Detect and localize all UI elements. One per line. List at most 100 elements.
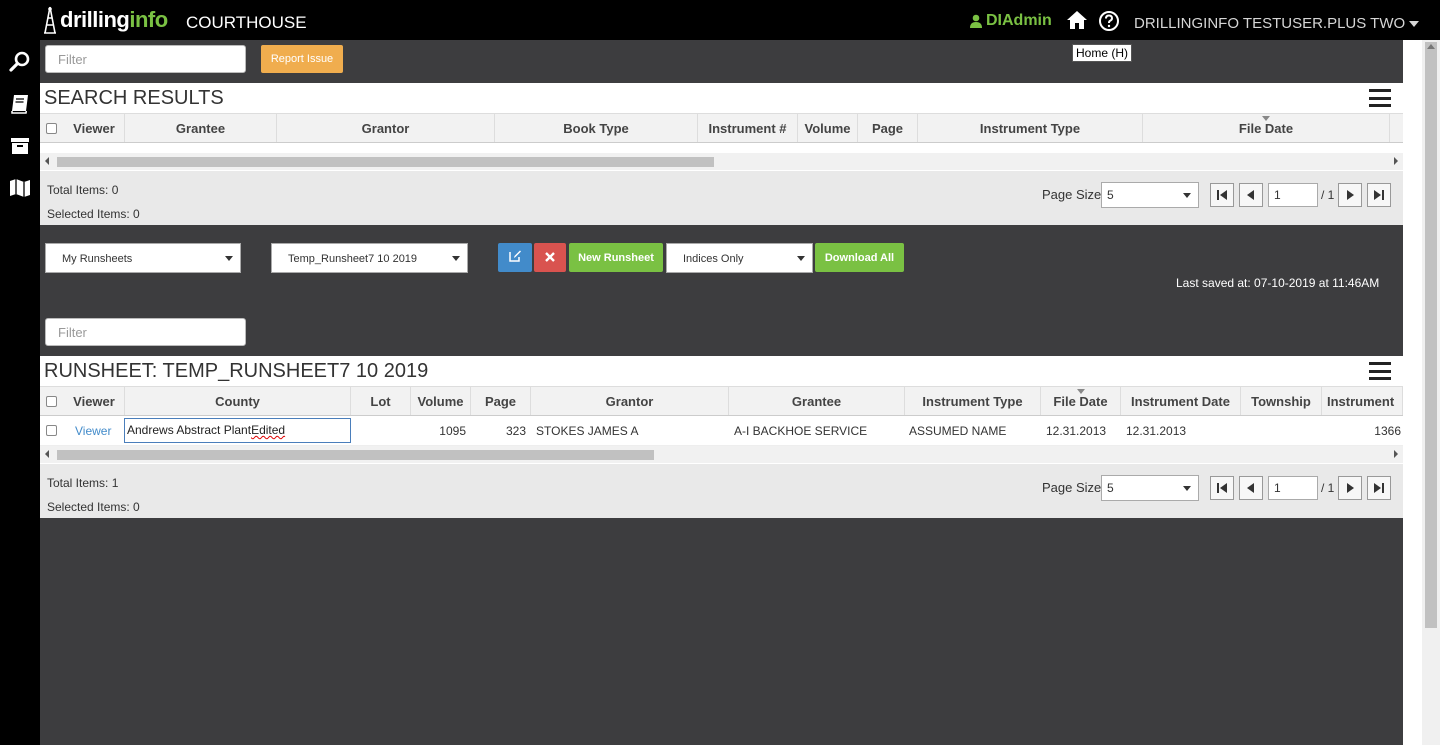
search-filter-input[interactable] [45, 45, 246, 73]
row-checkbox[interactable] [46, 425, 57, 436]
delete-runsheet-button[interactable] [534, 243, 566, 272]
oil-rig-icon [44, 6, 56, 34]
page-count: / 1 [1321, 481, 1335, 495]
county-edit-input[interactable]: Andrews Abstract PlantEdited [124, 418, 351, 443]
logo[interactable]: drilling info [42, 4, 168, 36]
last-saved-text: Last saved at: 07-10-2019 at 11:46AM [1176, 276, 1380, 290]
runsheet-hscroll-thumb[interactable] [57, 450, 654, 460]
prev-page-button[interactable] [1239, 476, 1263, 500]
search-results-hscroll[interactable] [40, 153, 1403, 170]
column-header-lot[interactable]: Lot [351, 387, 411, 415]
next-page-button[interactable] [1338, 476, 1362, 500]
map-icon[interactable] [8, 176, 32, 200]
runsheet-filter-input[interactable] [45, 318, 246, 346]
home-icon[interactable] [1066, 9, 1088, 31]
chevron-down-icon [1183, 486, 1191, 491]
help-icon[interactable] [1098, 10, 1120, 32]
page-scrollbar-thumb[interactable] [1425, 42, 1437, 628]
last-page-icon [1374, 190, 1384, 200]
total-items: Total Items: 1 [47, 476, 119, 490]
page-scrollbar[interactable] [1403, 40, 1440, 745]
grid-menu-icon[interactable] [1369, 362, 1391, 380]
table-row[interactable]: Viewer Andrews Abstract PlantEdited 1095… [40, 416, 1403, 446]
scroll-left-icon[interactable] [45, 157, 49, 165]
search-icon[interactable] [8, 50, 32, 74]
page-size-select[interactable]: 5 [1101, 182, 1199, 208]
select-all-checkbox[interactable] [46, 123, 57, 134]
archive-icon[interactable] [8, 134, 32, 158]
search-results-panel: SEARCH RESULTS Viewer Grantee Grantor Bo… [40, 83, 1403, 225]
column-header-instrument-type[interactable]: Instrument Type [905, 387, 1041, 415]
search-results-title: SEARCH RESULTS [44, 87, 224, 109]
user-name: DRILLINGINFO TESTUSER.PLUS TWO [1134, 15, 1406, 32]
next-page-button[interactable] [1338, 183, 1362, 207]
column-header-instrument-number[interactable]: Instrument # [698, 114, 798, 142]
runsheet-hscroll[interactable] [40, 446, 1403, 463]
first-page-icon [1217, 483, 1227, 493]
chevron-down-icon [1409, 20, 1420, 27]
selected-items: Selected Items: 0 [47, 500, 140, 514]
runsheet-select[interactable]: Temp_Runsheet7 10 2019 [271, 243, 468, 273]
selected-items: Selected Items: 0 [47, 207, 140, 221]
prev-page-button[interactable] [1239, 183, 1263, 207]
view-mode-select[interactable]: Indices Only [666, 243, 813, 273]
column-header-grantee[interactable]: Grantee [729, 387, 905, 415]
instrument-type-cell: ASSUMED NAME [909, 424, 1007, 438]
scroll-left-icon[interactable] [45, 450, 49, 458]
column-header-county[interactable]: County [125, 387, 351, 415]
admin-link[interactable]: DIAdmin [970, 12, 1052, 30]
first-page-button[interactable] [1210, 476, 1234, 500]
download-all-button[interactable]: Download All [815, 243, 904, 272]
column-header-grantor[interactable]: Grantor [277, 114, 495, 142]
edit-icon [509, 250, 521, 262]
page-number-input[interactable]: 1 [1268, 476, 1318, 500]
viewer-link[interactable]: Viewer [75, 416, 111, 445]
sort-desc-icon [1077, 389, 1085, 394]
column-header-viewer[interactable]: Viewer [64, 387, 125, 415]
search-results-header: Viewer Grantee Grantor Book Type Instrum… [40, 113, 1403, 143]
runsheet-list-select[interactable]: My Runsheets [45, 243, 241, 273]
page-size-label: Page Size: [1042, 187, 1105, 202]
last-page-button[interactable] [1367, 183, 1391, 207]
column-header-file-date[interactable]: File Date [1143, 114, 1390, 142]
column-header-township[interactable]: Township [1241, 387, 1322, 415]
scroll-up-icon[interactable] [1427, 43, 1435, 49]
user-icon [970, 14, 982, 28]
column-header-viewer[interactable]: Viewer [64, 114, 125, 142]
book-icon[interactable] [8, 92, 32, 116]
first-page-button[interactable] [1210, 183, 1234, 207]
column-header-instrument-type[interactable]: Instrument Type [918, 114, 1143, 142]
home-tooltip: Home (H) [1072, 44, 1133, 62]
select-all-checkbox[interactable] [46, 396, 57, 407]
column-header-page[interactable]: Page [858, 114, 918, 142]
column-header-grantor[interactable]: Grantor [531, 387, 729, 415]
column-header-grantee[interactable]: Grantee [125, 114, 277, 142]
column-header-instrument-date[interactable]: Instrument Date [1121, 387, 1241, 415]
grid-menu-icon[interactable] [1369, 89, 1391, 107]
scroll-right-icon[interactable] [1394, 157, 1398, 165]
edit-runsheet-button[interactable] [498, 243, 532, 272]
instrument-date-cell: 12.31.2013 [1126, 424, 1187, 438]
column-header-volume[interactable]: Volume [798, 114, 858, 142]
runsheet-title: RUNSHEET: TEMP_RUNSHEET7 10 2019 [44, 360, 429, 382]
lot-cell [351, 416, 411, 445]
column-header-page[interactable]: Page [471, 387, 531, 415]
last-page-button[interactable] [1367, 476, 1391, 500]
column-header-instrument[interactable]: Instrument [1322, 387, 1403, 415]
chevron-down-icon [1183, 193, 1191, 198]
admin-label: DIAdmin [986, 12, 1052, 29]
last-page-icon [1374, 483, 1384, 493]
page-number-input[interactable]: 1 [1268, 183, 1318, 207]
app-title: COURTHOUSE [186, 13, 307, 32]
scroll-right-icon[interactable] [1394, 450, 1398, 458]
runsheet-header: Viewer County Lot Volume Page Grantor Gr… [40, 386, 1403, 416]
column-header-book-type[interactable]: Book Type [495, 114, 698, 142]
search-results-hscroll-thumb[interactable] [57, 157, 714, 167]
column-header-file-date[interactable]: File Date [1041, 387, 1121, 415]
report-issue-button[interactable]: Report Issue [261, 45, 343, 73]
page-size-select[interactable]: 5 [1101, 475, 1199, 501]
new-runsheet-button[interactable]: New Runsheet [569, 243, 663, 272]
search-results-footer: Total Items: 0 Selected Items: 0 Page Si… [40, 171, 1403, 225]
user-menu[interactable]: DRILLINGINFO TESTUSER.PLUS TWO [1134, 15, 1420, 32]
column-header-volume[interactable]: Volume [411, 387, 471, 415]
